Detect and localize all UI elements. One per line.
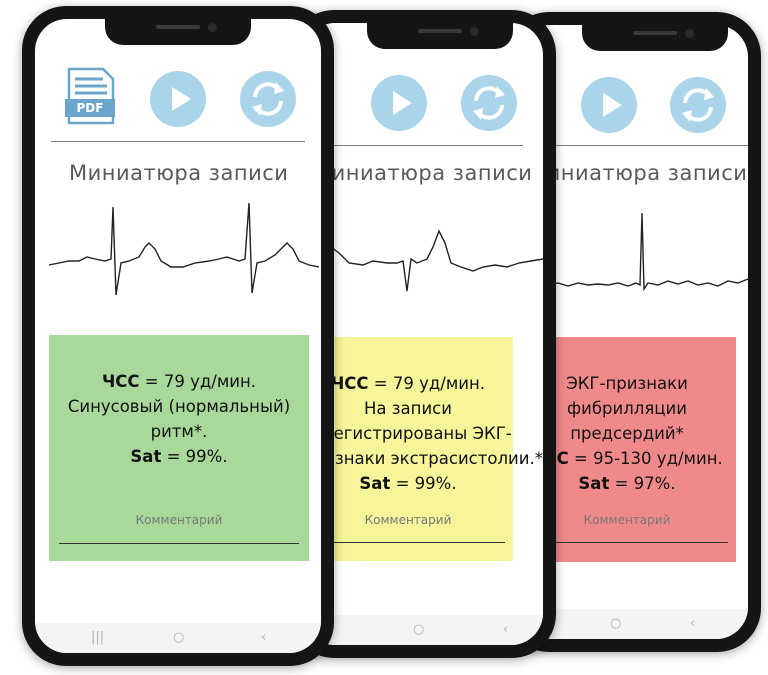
refresh-button[interactable] bbox=[670, 77, 726, 133]
back-nav-button[interactable]: ‹ bbox=[690, 616, 695, 631]
back-nav-button[interactable]: ‹ bbox=[503, 622, 508, 637]
result-line: ритм*. bbox=[150, 422, 208, 441]
result-line: Sat = 99%. bbox=[130, 447, 228, 466]
phone-screen: PDF Миниатюра записи ЧСС = 79 уд/мин. Си… bbox=[35, 19, 321, 653]
pdf-document-icon[interactable] bbox=[65, 67, 117, 125]
refresh-icon bbox=[252, 82, 284, 116]
comment-field[interactable]: Комментарий bbox=[303, 513, 513, 527]
thumbnail-title: Миниатюра записи bbox=[69, 161, 289, 185]
thumbnail-title: Миниатюра записи bbox=[528, 161, 748, 185]
phone-normal: PDF Миниатюра записи ЧСС = 79 уд/мин. Си… bbox=[22, 6, 334, 666]
android-nav-bar: ||| ○ ‹ bbox=[35, 623, 321, 653]
result-line: Sat = 99%. bbox=[359, 474, 457, 493]
play-icon bbox=[603, 93, 622, 117]
recents-nav-button[interactable]: ||| bbox=[91, 630, 104, 645]
play-button[interactable] bbox=[150, 71, 206, 127]
result-card-warning: ЧСС = 79 уд/мин. На записи зарегистриров… bbox=[303, 337, 543, 561]
result-line: На записи bbox=[364, 399, 452, 418]
home-nav-button[interactable]: ○ bbox=[610, 616, 621, 631]
thumbnail-title: Миниатюра записи bbox=[313, 161, 533, 185]
refresh-button[interactable] bbox=[240, 71, 296, 127]
back-nav-button[interactable]: ‹ bbox=[261, 630, 266, 645]
phone-notch bbox=[582, 25, 728, 51]
result-line: ЧСС = 79 уд/мин. bbox=[330, 374, 486, 393]
result-line: ЧСС = 79 уд/мин. bbox=[101, 372, 257, 391]
play-icon bbox=[393, 91, 412, 115]
ecg-thumbnail bbox=[49, 202, 319, 296]
phone-notch bbox=[105, 19, 251, 45]
result-text: ЧСС = 79 уд/мин. На записи зарегистриров… bbox=[303, 371, 543, 496]
play-button[interactable] bbox=[371, 75, 427, 131]
home-nav-button[interactable]: ○ bbox=[413, 622, 424, 637]
result-line: зарегистрированы ЭКГ- bbox=[304, 424, 512, 443]
play-button[interactable] bbox=[581, 77, 637, 133]
refresh-button[interactable] bbox=[461, 75, 517, 131]
play-icon bbox=[172, 87, 191, 111]
ecg-thumbnail bbox=[303, 229, 543, 292]
comment-underline bbox=[526, 542, 728, 543]
comment-field[interactable]: Комментарий bbox=[49, 513, 309, 527]
refresh-icon bbox=[682, 88, 714, 122]
home-nav-button[interactable]: ○ bbox=[173, 630, 184, 645]
comment-underline bbox=[311, 542, 505, 543]
phone-notch bbox=[367, 23, 513, 49]
header-divider bbox=[303, 145, 523, 146]
phone-screen: Миниатюра записи ЧСС = 79 уд/мин. На зап… bbox=[303, 23, 543, 645]
result-text: ЧСС = 79 уд/мин. Синусовый (нормальный) … bbox=[49, 369, 309, 469]
refresh-icon bbox=[473, 86, 505, 120]
result-card-normal: ЧСС = 79 уд/мин. Синусовый (нормальный) … bbox=[49, 335, 309, 561]
android-nav-bar: ||| ○ ‹ bbox=[303, 615, 543, 645]
result-line: признаки экстрасистолии.* bbox=[303, 449, 543, 468]
header-divider bbox=[51, 141, 305, 142]
result-line: Синусовый (нормальный) bbox=[67, 397, 291, 416]
pdf-label: PDF bbox=[76, 101, 104, 115]
comment-underline bbox=[59, 543, 299, 544]
